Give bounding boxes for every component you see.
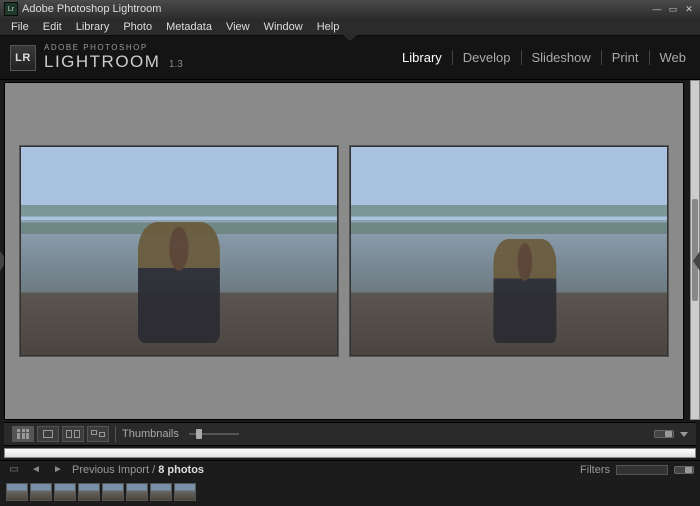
filmstrip-thumb[interactable] [150,483,172,501]
menu-photo[interactable]: Photo [116,19,159,35]
window-title: Adobe Photoshop Lightroom [22,3,650,15]
view-loupe-button[interactable] [37,426,59,442]
compare-photo-left[interactable] [19,145,339,357]
library-toolbar: Thumbnails [4,422,696,446]
photo-count: 8 photos [158,464,204,476]
menu-file[interactable]: File [4,19,36,35]
identity-plate: LR ADOBE PHOTOSHOP LIGHTROOM 1.3 [10,43,183,72]
grid-icon [17,429,29,439]
toolbar-separator [115,426,116,442]
logo-overline: ADOBE PHOTOSHOP [44,43,183,52]
toolbar-menu-dropdown-icon[interactable] [680,432,688,437]
filmstrip-thumb[interactable] [126,483,148,501]
nav-forward-button[interactable]: ► [50,464,66,476]
menu-help[interactable]: Help [310,19,347,35]
filmstrip-header: ▭ ◄ ► Previous Import / 8 photos Filters [0,460,700,478]
filters-label[interactable]: Filters [580,464,610,476]
view-compare-button[interactable] [62,426,84,442]
slider-thumb-icon[interactable] [196,429,202,439]
panel-collapse-top-icon[interactable] [343,35,357,41]
module-print[interactable]: Print [602,50,650,65]
source-label: Previous Import [72,464,149,476]
loupe-icon [43,430,53,438]
scrub-bar[interactable] [4,448,696,458]
thumbnail-size-slider[interactable] [189,433,239,435]
filmstrip-thumb[interactable] [102,483,124,501]
filmstrip-thumb[interactable] [54,483,76,501]
filmstrip-thumb[interactable] [174,483,196,501]
menu-library[interactable]: Library [69,19,117,35]
compare-icon [66,430,80,438]
filmstrip-thumb[interactable] [78,483,100,501]
menu-view[interactable]: View [219,19,257,35]
toolbar-toggle[interactable] [654,430,674,438]
compare-photo-right[interactable] [349,145,669,357]
menu-metadata[interactable]: Metadata [159,19,219,35]
menu-edit[interactable]: Edit [36,19,69,35]
menubar: File Edit Library Photo Metadata View Wi… [0,18,700,36]
module-slideshow[interactable]: Slideshow [522,50,602,65]
panel-collapse-right-icon[interactable] [693,251,700,271]
survey-icon [91,430,105,439]
logo-version: 1.3 [169,59,183,70]
filmstrip-source[interactable]: Previous Import / 8 photos [72,464,204,476]
module-library[interactable]: Library [392,50,453,65]
module-web[interactable]: Web [650,50,687,65]
right-panel-scrollbar[interactable] [690,80,700,420]
identity-module-bar: LR ADOBE PHOTOSHOP LIGHTROOM 1.3 Library… [0,36,700,80]
module-develop[interactable]: Develop [453,50,522,65]
window-maximize-button[interactable]: ▭ [666,3,680,15]
window-minimize-button[interactable]: — [650,3,664,15]
view-survey-button[interactable] [87,426,109,442]
compare-view [4,82,684,420]
filmstrip-thumb[interactable] [30,483,52,501]
app-icon: Lr [4,2,18,16]
filter-lock-toggle[interactable] [674,466,694,474]
second-window-button[interactable]: ▭ [6,464,22,476]
thumbnails-label: Thumbnails [122,428,179,440]
view-grid-button[interactable] [12,426,34,442]
nav-back-button[interactable]: ◄ [28,464,44,476]
menu-window[interactable]: Window [257,19,310,35]
main-area [0,80,700,420]
filmstrip-thumb[interactable] [6,483,28,501]
filter-flags[interactable] [616,465,668,475]
logo-mark: LR [10,45,36,71]
window-titlebar: Lr Adobe Photoshop Lightroom — ▭ ✕ [0,0,700,18]
logo-wordmark: LIGHTROOM [44,52,160,71]
module-picker: Library Develop Slideshow Print Web [392,50,686,65]
window-close-button[interactable]: ✕ [682,3,696,15]
